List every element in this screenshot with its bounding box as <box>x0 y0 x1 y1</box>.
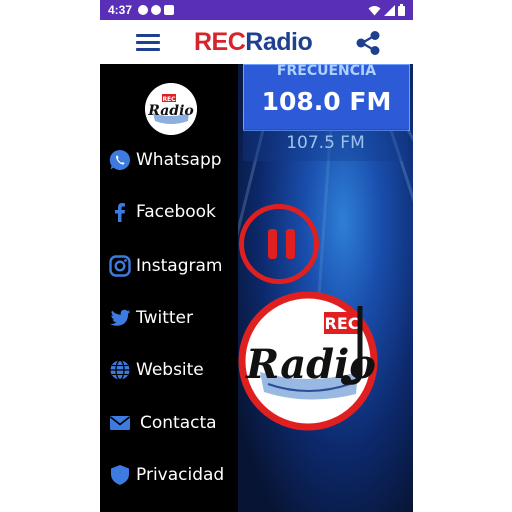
nav-website-label: Website <box>136 360 204 380</box>
facebook-icon <box>115 203 125 222</box>
instagram-icon <box>109 255 131 277</box>
app-title: RECRadio <box>194 28 313 57</box>
nav-twitter-label: Twitter <box>136 308 193 328</box>
menu-icon[interactable] <box>136 33 160 51</box>
globe-icon <box>110 359 130 381</box>
next-frequency[interactable]: 107.5 FM <box>243 129 408 161</box>
nav-instagram[interactable]: Instagram <box>108 254 223 278</box>
drawer-logo: REC Radio <box>145 83 197 135</box>
frequency-title: FRECUENCIA <box>276 64 377 79</box>
shield-icon <box>111 465 129 485</box>
pause-bar-right <box>286 229 295 259</box>
player-area: FRECUENCIA 108.0 FM 107.5 FM REC Radio <box>238 64 413 512</box>
status-bar: 4:37 <box>100 0 413 20</box>
nav-instagram-label: Instagram <box>136 256 223 276</box>
notification-record-icon <box>151 5 162 15</box>
status-time: 4:37 <box>108 3 133 17</box>
pause-button[interactable] <box>239 204 319 284</box>
share-icon[interactable] <box>354 29 382 57</box>
nav-whatsapp-label: Whatsapp <box>136 150 222 170</box>
phone-screen: 4:37 RECRadio FRECUENCIA 108.0 FM 107.5 … <box>100 0 413 512</box>
navigation-drawer: REC Radio Whatsapp Facebook Instagram Tw… <box>100 64 238 512</box>
notification-circle-icon <box>138 5 149 15</box>
frequency-panel: FRECUENCIA 108.0 FM <box>243 64 410 131</box>
notification-icons <box>138 5 175 15</box>
nav-website[interactable]: Website <box>108 358 204 382</box>
twitter-icon <box>110 309 131 326</box>
whatsapp-icon <box>109 149 130 170</box>
nav-privacidad-label: Privacidad <box>136 465 225 485</box>
svg-text:REC: REC <box>325 314 360 333</box>
wifi-icon <box>368 5 381 15</box>
app-bar: RECRadio <box>100 20 413 64</box>
nav-facebook-label: Facebook <box>136 202 216 222</box>
mail-icon <box>110 416 130 430</box>
battery-icon <box>398 4 405 16</box>
app-title-radio: Radio <box>245 28 313 56</box>
station-logo: REC Radio <box>238 291 378 431</box>
svg-text:REC: REC <box>162 96 176 103</box>
notification-app-icon <box>164 5 175 15</box>
nav-contacta[interactable]: Contacta <box>108 411 217 435</box>
app-title-rec: REC <box>194 28 246 56</box>
nav-facebook[interactable]: Facebook <box>108 200 216 224</box>
signal-icon <box>384 4 395 16</box>
nav-contacta-label: Contacta <box>140 413 217 433</box>
nav-whatsapp[interactable]: Whatsapp <box>108 148 222 172</box>
svg-text:Radio: Radio <box>147 103 193 119</box>
pause-bar-left <box>268 229 277 259</box>
current-frequency: 108.0 FM <box>261 87 392 116</box>
system-icons <box>368 4 405 16</box>
nav-privacidad[interactable]: Privacidad <box>108 463 224 487</box>
nav-twitter[interactable]: Twitter <box>108 306 193 330</box>
